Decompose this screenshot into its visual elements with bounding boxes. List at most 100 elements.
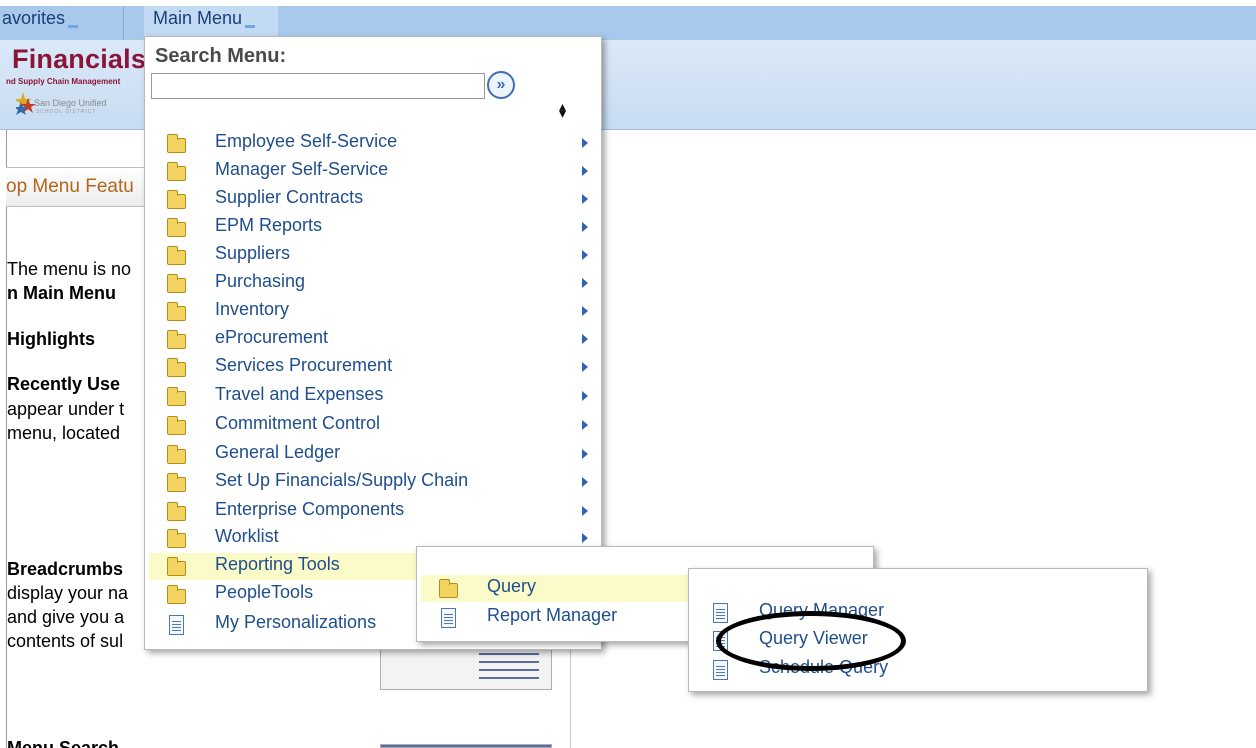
folder-icon [167,218,186,237]
sort-icon[interactable]: ▴ ▾ [559,99,566,120]
menu-item-suppliers[interactable]: Suppliers [149,242,597,269]
folder-icon [167,246,186,265]
folder-icon [167,416,186,435]
folder-icon [439,579,458,598]
folder-icon [167,387,186,406]
submenu-item-report-manager[interactable]: Report Manager [421,604,693,631]
menu-item-enterprise-components[interactable]: Enterprise Components [149,498,597,525]
folder-icon [167,302,186,321]
menu-item-commitment-control[interactable]: Commitment Control [149,412,597,439]
menu-item-label: My Personalizations [215,612,377,632]
folder-icon [167,358,186,377]
annotation-ellipse [716,611,906,671]
menu-item-label: Employee Self-Service [215,131,398,151]
submenu-item-label: Query [487,576,537,596]
body-text: menu, located [7,423,121,443]
folder-icon [167,274,186,293]
logo-text: San Diego Unified [34,98,107,108]
body-text: display your na [7,583,129,603]
document-icon [713,603,728,623]
body-text: The menu is no [7,259,132,279]
body-text: appear under t [7,399,125,419]
folder-icon [167,445,186,464]
search-go-button[interactable]: » [487,71,515,99]
document-icon [713,660,728,680]
submenu-item-label: Report Manager [487,605,618,625]
submenu-arrow-icon [582,222,588,232]
menu-item-label: Reporting Tools [215,554,340,574]
menu-item-services-procurement[interactable]: Services Procurement [149,354,597,381]
menu-item-employee-self-service[interactable]: Employee Self-Service [149,130,597,157]
main-menu-label: Main Menu [153,8,243,28]
folder-icon [167,529,186,548]
caret-down-icon [245,25,256,28]
folder-icon [167,330,186,349]
menu-item-general-ledger[interactable]: General Ledger [149,441,597,468]
folder-icon [167,134,186,153]
folder-icon [167,473,186,492]
menu-item-label: Worklist [215,526,279,546]
menu-item-label: eProcurement [215,327,329,347]
menu-item-supplier-contracts[interactable]: Supplier Contracts [149,186,597,213]
menu-item-label: Purchasing [215,271,306,291]
document-icon [441,608,456,628]
menu-item-travel-and-expenses[interactable]: Travel and Expenses [149,383,597,410]
menu-item-set-up-financials[interactable]: Set Up Financials/Supply Chain [149,469,597,496]
menu-item-label: Inventory [215,299,290,319]
caret-down-icon [68,25,79,28]
submenu-arrow-icon [582,194,588,204]
section-heading: Menu Search [7,738,120,748]
body-text: contents of sul [7,631,124,651]
menu-item-label: Set Up Financials/Supply Chain [215,470,469,490]
nav-divider [123,6,124,40]
favorites-label: avorites [2,8,66,28]
submenu-arrow-icon [582,449,588,459]
menu-item-label: Commitment Control [215,413,381,433]
submenu-item-query[interactable]: Query [421,575,693,602]
search-menu-title: Search Menu: [155,45,287,67]
menu-item-label: Services Procurement [215,355,393,375]
top-nav-bar: avorites Main Menu [0,0,1256,40]
menu-item-label: PeopleTools [215,582,314,602]
submenu-arrow-icon [582,138,588,148]
menu-item-label: Travel and Expenses [215,384,384,404]
submenu-arrow-icon [582,166,588,176]
document-icon [169,615,184,635]
body-text: and give you a [7,607,125,627]
section-heading: Recently Use [7,374,121,394]
menu-item-label: Manager Self-Service [215,159,389,179]
submenu-arrow-icon [582,420,588,430]
favorites-menu[interactable]: avorites [2,8,79,29]
menu-item-label: Suppliers [215,243,291,263]
menu-item-label: Enterprise Components [215,499,405,519]
folder-icon [167,190,186,209]
submenu-arrow-icon [582,250,588,260]
folder-icon [167,502,186,521]
submenu-arrow-icon [582,334,588,344]
folder-icon [167,557,186,576]
submenu-arrow-icon [582,362,588,372]
section-heading: Highlights [7,329,95,349]
app-subtitle: nd Supply Chain Management [6,77,121,86]
search-menu-input[interactable] [151,73,485,99]
main-menu[interactable]: Main Menu [153,8,256,29]
menu-item-label: General Ledger [215,442,341,462]
submenu-arrow-icon [582,278,588,288]
logo-subtext: SCHOOL DISTRICT [36,109,97,115]
folder-icon [167,585,186,604]
app-title: Financials [12,44,147,74]
menu-item-manager-self-service[interactable]: Manager Self-Service [149,158,597,185]
menu-item-inventory[interactable]: Inventory [149,298,597,325]
submenu-arrow-icon [582,533,588,543]
menu-item-purchasing[interactable]: Purchasing [149,270,597,297]
submenu-arrow-icon [582,506,588,516]
menu-item-label: Supplier Contracts [215,187,364,207]
body-text: n Main Menu [7,283,116,303]
menu-item-eprocurement[interactable]: eProcurement [149,326,597,353]
folder-icon [167,162,186,181]
pagelet-tab-label: op Menu Featu [6,176,134,197]
submenu-arrow-icon [582,477,588,487]
menu-item-epm-reports[interactable]: EPM Reports [149,214,597,241]
submenu-arrow-icon [582,391,588,401]
screenshot-thumbnail [380,744,552,748]
